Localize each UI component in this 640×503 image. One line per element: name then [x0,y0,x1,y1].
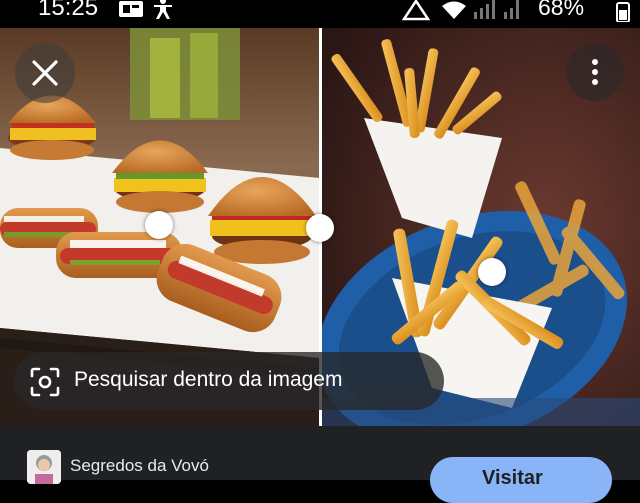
lens-search-icon [30,367,60,397]
source-favicon [27,450,61,484]
source-name[interactable]: Segredos da Vovó [70,456,209,476]
object-marker-hotdog[interactable] [145,211,173,239]
visit-button-label: Visitar [482,467,543,489]
status-icons [402,0,519,21]
more-vert-icon [592,59,598,85]
object-marker-divider[interactable] [306,214,334,242]
close-button[interactable] [15,43,75,103]
status-bar: 15:25 68% [0,0,640,28]
wifi-icon [442,1,466,19]
object-marker-fries[interactable] [478,258,506,286]
battery-icon [616,2,630,22]
status-time: 15:25 [38,0,99,21]
grandma-avatar-icon [27,450,61,484]
screen-record-icon [119,1,143,17]
search-inside-image-button[interactable]: Pesquisar dentro da imagem [14,352,444,410]
data-saver-icon [402,0,431,21]
signal-icon [474,12,477,19]
search-inside-image-label: Pesquisar dentro da imagem [74,368,343,391]
accessibility-icon [154,0,172,19]
battery-percent: 68% [538,0,585,20]
more-options-button[interactable] [566,43,624,101]
visit-button[interactable]: Visitar [430,457,612,503]
close-icon [32,60,58,86]
